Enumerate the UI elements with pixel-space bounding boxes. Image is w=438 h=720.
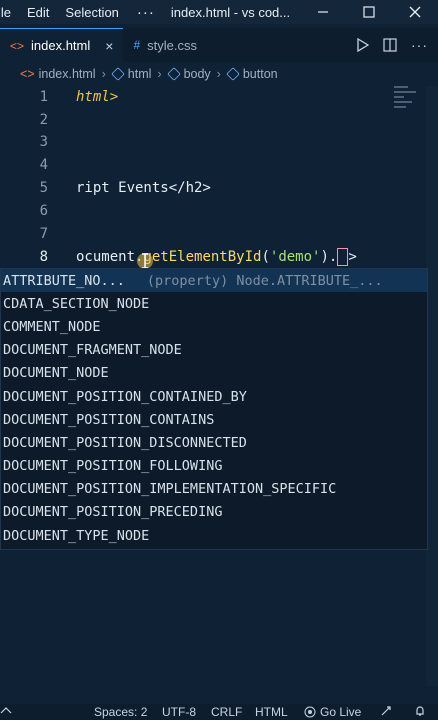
line-number: 6	[39, 203, 48, 219]
tab-style-css[interactable]: # style.css	[123, 28, 207, 62]
suggestion-item[interactable]: DOCUMENT_POSITION_CONTAINS	[1, 408, 427, 431]
chevron-right-icon: ›	[216, 67, 221, 81]
code-line: 2	[0, 109, 438, 131]
html-icon: <>	[10, 38, 25, 53]
go-live-button[interactable]: Go Live	[304, 705, 361, 719]
indentation-status[interactable]: Spaces: 2	[94, 705, 147, 719]
breadcrumb-body[interactable]: body	[166, 67, 211, 81]
suggestion-item[interactable]: ATTRIBUTE_NO... (property) Node.ATTRIBUT…	[1, 269, 427, 293]
encoding-status[interactable]: UTF-8	[162, 705, 196, 719]
maximize-button[interactable]	[346, 0, 392, 24]
code-text: html>	[76, 89, 119, 105]
suggestion-detail: (property) Node.ATTRIBUTE_...	[146, 272, 383, 289]
suggestion-item[interactable]: DOCUMENT_POSITION_PRECEDING	[1, 501, 427, 524]
code-line: 7	[0, 223, 438, 245]
suggestion-item[interactable]: DOCUMENT_NODE	[1, 362, 427, 385]
breadcrumb-label: button	[242, 67, 278, 81]
line-number: 5	[39, 180, 48, 196]
css-icon: #	[133, 38, 141, 52]
tab-label: style.css	[147, 37, 197, 53]
eol-status[interactable]: CRLF	[211, 705, 242, 719]
menu-edit[interactable]: Edit	[19, 5, 57, 20]
chevron-right-icon: ›	[101, 67, 106, 81]
code-line: 3	[0, 131, 438, 153]
text-cursor	[337, 248, 349, 266]
maximize-icon	[363, 6, 375, 18]
minimize-button[interactable]	[300, 0, 346, 24]
suggestion-item[interactable]: DOCUMENT_POSITION_CONTAINED_BY	[1, 385, 427, 408]
go-live-label: Go Live	[320, 705, 362, 719]
chevron-left-icon: <>	[20, 67, 35, 81]
code-line: 1 html>	[0, 86, 438, 108]
line-number: 3	[39, 134, 48, 150]
chevron-right-icon: ›	[157, 67, 162, 81]
code-line-current: 8 ocument.getElementById('demo'). >	[0, 246, 438, 268]
breadcrumb-html[interactable]: html	[110, 67, 152, 81]
symbol-icon	[110, 67, 125, 81]
suggestion-item[interactable]: DOCUMENT_TYPE_NODE	[1, 524, 427, 547]
breadcrumb-label: index.html	[38, 67, 96, 81]
notifications-icon[interactable]	[414, 705, 426, 720]
breadcrumb: <> index.html › html › body › button	[0, 64, 438, 84]
remote-icon	[0, 706, 12, 713]
split-editor-icon[interactable]	[383, 38, 397, 52]
autocomplete-suggestions: ATTRIBUTE_NO... (property) Node.ATTRIBUT…	[0, 268, 428, 550]
code-text: ript Events</h2>	[76, 180, 211, 196]
breadcrumb-file[interactable]: <> index.html	[0, 67, 96, 81]
more-menu-button[interactable]: ···	[127, 4, 165, 21]
breadcrumb-label: html	[127, 67, 152, 81]
suggestion-item[interactable]: DOCUMENT_POSITION_FOLLOWING	[1, 455, 427, 478]
run-icon[interactable]	[357, 38, 369, 52]
tab-index-html[interactable]: <> index.html ×	[0, 28, 124, 62]
menu-file[interactable]: ile	[0, 5, 19, 20]
broadcast-icon	[304, 706, 316, 718]
editor-tab-bar: <> index.html × # style.css ···	[0, 28, 438, 62]
suggestion-item[interactable]: COMMENT_NODE	[1, 315, 427, 338]
line-number: 4	[39, 157, 48, 173]
line-number: 2	[39, 112, 48, 128]
code-line: 4	[0, 154, 438, 176]
code-editor[interactable]: 1 html> 2 3 4 5 ript Events</h2> 6 7 8 o…	[0, 86, 438, 266]
line-number: 1	[39, 89, 48, 105]
feedback-icon[interactable]	[380, 705, 392, 720]
language-status[interactable]: HTML	[255, 705, 288, 719]
close-window-button[interactable]	[392, 0, 438, 24]
suggestion-item[interactable]: DOCUMENT_POSITION_DISCONNECTED	[1, 431, 427, 454]
close-icon	[409, 6, 421, 18]
line-number: 7	[39, 226, 48, 242]
status-left-icon[interactable]	[0, 705, 12, 720]
minimap[interactable]	[394, 86, 424, 126]
window-title: index.html - vs cod...	[170, 4, 291, 20]
more-actions-icon[interactable]: ···	[411, 37, 428, 53]
breadcrumb-label: body	[183, 67, 211, 81]
suggestion-item[interactable]: DOCUMENT_FRAGMENT_NODE	[1, 339, 427, 362]
breadcrumb-button[interactable]: button	[226, 67, 278, 81]
line-number: 8	[39, 249, 48, 265]
code-text: ocument.getElementById('demo'). >	[76, 248, 357, 266]
status-bar: Spaces: 2 UTF-8 CRLF HTML Go Live	[0, 704, 438, 720]
title-bar: ile Edit Selection ··· index.html - vs c…	[0, 0, 438, 24]
suggestion-item[interactable]: DOCUMENT_POSITION_IMPLEMENTATION_SPECIFI…	[1, 478, 427, 501]
code-line: 6	[0, 200, 438, 222]
minimize-icon	[318, 11, 328, 13]
tab-actions: ···	[357, 28, 438, 62]
symbol-icon	[166, 67, 181, 81]
tab-label: index.html	[31, 38, 91, 53]
symbol-icon	[226, 67, 240, 81]
code-line: 5 ript Events</h2>	[0, 177, 438, 199]
suggestion-item[interactable]: CDATA_SECTION_NODE	[1, 292, 427, 315]
close-tab-icon[interactable]: ×	[105, 38, 113, 54]
menu-selection[interactable]: Selection	[57, 5, 126, 20]
